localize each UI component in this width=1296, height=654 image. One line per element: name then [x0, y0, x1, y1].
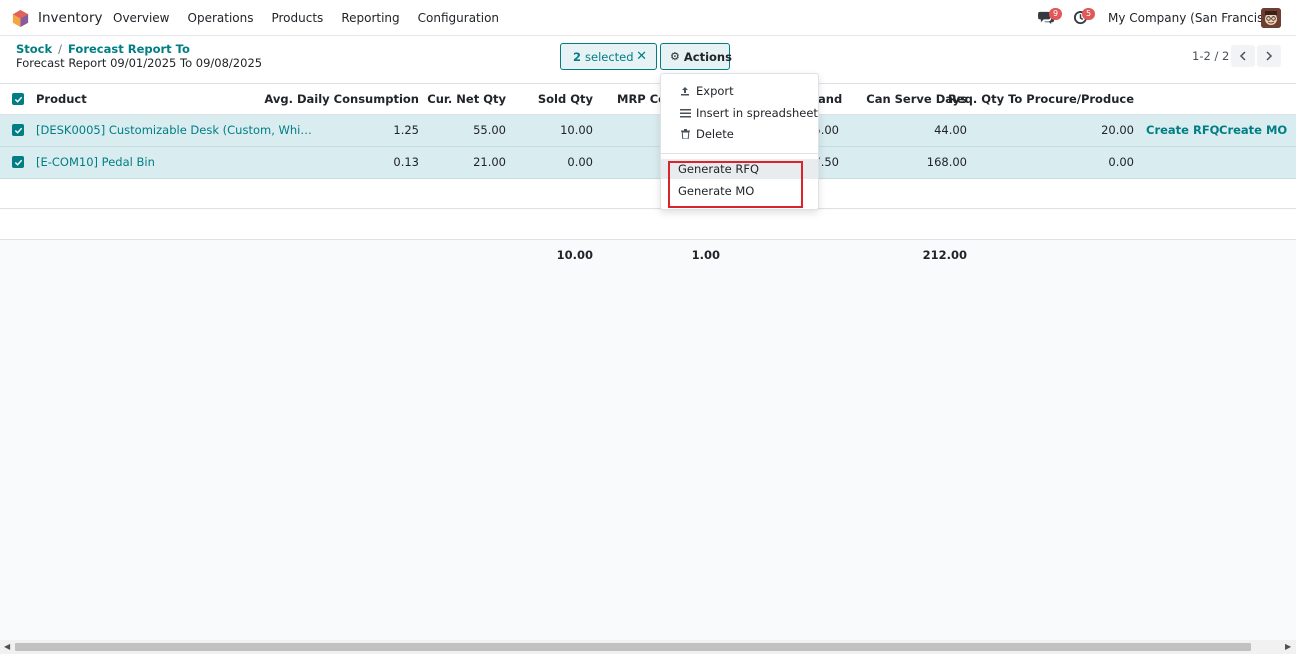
dropdown-divider [661, 153, 818, 154]
selected-label: selected [585, 49, 634, 64]
select-all-checkbox[interactable] [12, 93, 24, 105]
actions-dropdown: Export Insert in spreadsheet Delete Gene… [660, 73, 819, 210]
create-mo-button[interactable]: Create MO [1219, 123, 1287, 137]
dropdown-export[interactable]: Export [661, 81, 818, 101]
top-navbar: Inventory Overview Operations Products R… [0, 0, 1296, 36]
row-can-serve: 44.00 [934, 123, 967, 137]
header-req-qty[interactable]: Req. Qty To Procure/Produce [948, 92, 1134, 106]
page-title: Forecast Report 09/01/2025 To 09/08/2025 [16, 56, 263, 70]
empty-row [0, 210, 1296, 240]
activity-badge: 5 [1082, 8, 1095, 20]
dropdown-delete-label: Delete [696, 127, 734, 141]
total-sold: 10.00 [556, 248, 593, 262]
table-footer: 10.00 1.00 212.00 [0, 240, 1296, 270]
user-avatar[interactable] [1261, 8, 1281, 28]
header-product[interactable]: Product [36, 92, 87, 106]
dropdown-generate-mo[interactable]: Generate MO [661, 181, 818, 201]
row-req-qty: 0.00 [1108, 155, 1134, 169]
row-product[interactable]: [E-COM10] Pedal Bin [36, 155, 155, 169]
main-menu: Overview Operations Products Reporting C… [113, 11, 517, 25]
empty-row [0, 179, 1296, 209]
app-name[interactable]: Inventory [38, 10, 102, 26]
row-checkbox[interactable] [12, 156, 24, 168]
horizontal-scrollbar[interactable]: ◀ ▶ [0, 640, 1296, 654]
row-product[interactable]: [DESK0005] Customizable Desk (Custom, Wh… [36, 123, 312, 137]
upload-icon [679, 86, 691, 96]
row-sold: 10.00 [560, 123, 593, 137]
header-avg-daily-consumption[interactable]: Avg. Daily Consumption [264, 92, 419, 106]
breadcrumb-stock[interactable]: Stock [16, 42, 52, 56]
gear-icon: ⚙ [670, 50, 680, 63]
row-can-serve: 168.00 [926, 155, 967, 169]
actions-button[interactable]: ⚙ Actions [660, 43, 732, 70]
menu-products[interactable]: Products [271, 11, 323, 25]
pager-next-button[interactable] [1257, 45, 1281, 67]
scrollbar-thumb[interactable] [15, 643, 1251, 651]
chevron-right-icon [1266, 51, 1273, 61]
dropdown-generate-rfq[interactable]: Generate RFQ [661, 159, 818, 179]
row-cur-net: 21.00 [473, 155, 506, 169]
pager-previous-button[interactable] [1231, 45, 1255, 67]
header-on-hand[interactable]: and [818, 92, 842, 106]
check-icon [14, 127, 22, 134]
row-checkbox[interactable] [12, 124, 24, 136]
list-icon [679, 108, 691, 118]
dropdown-export-label: Export [696, 84, 734, 98]
menu-overview[interactable]: Overview [113, 11, 170, 25]
row-sold: 0.00 [567, 155, 593, 169]
scroll-left-icon[interactable]: ◀ [4, 642, 10, 651]
clear-selection-icon[interactable]: ✕ [636, 49, 647, 64]
total-mrp: 1.00 [691, 248, 720, 262]
inventory-app-icon[interactable] [11, 9, 30, 28]
table-row[interactable]: [DESK0005] Customizable Desk (Custom, Wh… [0, 115, 1296, 147]
header-sold-qty[interactable]: Sold Qty [538, 92, 593, 106]
check-icon [14, 96, 22, 103]
breadcrumb: Stock / Forecast Report To [16, 42, 190, 56]
selection-indicator[interactable]: 2 selected ✕ [560, 43, 657, 70]
row-req-qty: 20.00 [1101, 123, 1134, 137]
pager-value[interactable]: 1-2 / 2 [1192, 49, 1229, 63]
actions-label: Actions [683, 49, 732, 64]
trash-icon [679, 129, 691, 139]
row-avg-daily: 0.13 [393, 155, 419, 169]
header-mrp-consumption[interactable]: MRP Co [617, 92, 666, 106]
avatar-face-icon [1261, 8, 1281, 28]
chat-badge: 9 [1049, 8, 1062, 20]
breadcrumb-forecast-report[interactable]: Forecast Report To [68, 42, 190, 56]
company-switcher[interactable]: My Company (San Francisco) [1108, 11, 1282, 25]
menu-reporting[interactable]: Reporting [341, 11, 399, 25]
create-rfq-button[interactable]: Create RFQ [1146, 123, 1219, 137]
menu-configuration[interactable]: Configuration [418, 11, 499, 25]
dropdown-delete[interactable]: Delete [661, 124, 818, 144]
row-avg-daily: 1.25 [393, 123, 419, 137]
chevron-left-icon [1239, 51, 1246, 61]
header-cur-net-qty[interactable]: Cur. Net Qty [427, 92, 506, 106]
breadcrumb-separator: / [58, 42, 63, 56]
dropdown-insert-label: Insert in spreadsheet [696, 106, 818, 120]
menu-operations[interactable]: Operations [188, 11, 254, 25]
dropdown-insert-spreadsheet[interactable]: Insert in spreadsheet [661, 103, 818, 123]
scroll-right-icon[interactable]: ▶ [1285, 642, 1291, 651]
check-icon [14, 159, 22, 166]
total-can-serve: 212.00 [922, 248, 967, 262]
row-cur-net: 55.00 [473, 123, 506, 137]
table-row[interactable]: [E-COM10] Pedal Bin 0.13 21.00 0.00 7.50… [0, 147, 1296, 179]
table-header: Product Avg. Daily Consumption Cur. Net … [0, 84, 1296, 115]
control-panel: Stock / Forecast Report To Forecast Report… [0, 36, 1296, 84]
selected-count: 2 [573, 49, 582, 64]
